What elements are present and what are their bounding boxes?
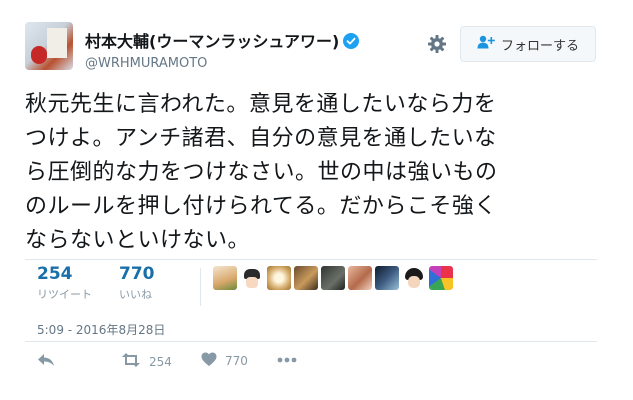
retweet-action-count: 254 — [149, 354, 172, 369]
stats-separator — [200, 268, 201, 306]
user-handle[interactable]: @WRHMURAMOTO — [85, 56, 359, 71]
display-name[interactable]: 村本大輔(ウーマンラッシュアワー) — [85, 32, 339, 51]
like-label: いいね — [119, 288, 152, 301]
retweet-label: リツイート — [37, 288, 92, 301]
tweet-text-line: つけよ。アンチ諸君、自分の意見を通したいな — [25, 126, 497, 151]
tweet-text-line: 秋元先生に言われた。意見を通したいなら力を — [25, 92, 497, 117]
more-icon — [277, 352, 297, 366]
reply-button[interactable] — [37, 352, 55, 371]
liker-avatar[interactable] — [375, 266, 399, 290]
tweet-text: 秋元先生に言われた。意見を通したいなら力を つけよ。アンチ諸君、自分の意見を通し… — [25, 88, 610, 258]
retweet-icon — [121, 352, 141, 371]
follow-person-icon — [477, 35, 495, 53]
divider — [25, 259, 597, 260]
liker-avatar[interactable] — [267, 266, 291, 290]
verified-badge-icon — [343, 33, 360, 53]
like-action-count: 770 — [225, 354, 248, 368]
more-button[interactable] — [277, 352, 297, 366]
user-info[interactable]: 村本大輔(ウーマンラッシュアワー) @WRHMURAMOTO — [85, 28, 360, 71]
liker-avatar[interactable] — [294, 266, 318, 290]
like-stat[interactable]: 770 いいね — [119, 264, 155, 302]
heart-icon — [201, 352, 217, 370]
reply-icon — [37, 352, 55, 371]
liker-avatar[interactable] — [213, 266, 237, 290]
retweet-count[interactable]: 254 — [37, 264, 92, 284]
tweet-text-line: ならないといけない。 — [25, 228, 251, 253]
tweet-timestamp[interactable]: 5:09 - 2016年8月28日 — [37, 321, 165, 338]
liker-avatar[interactable] — [348, 266, 372, 290]
display-name-row[interactable]: 村本大輔(ウーマンラッシュアワー) — [85, 28, 360, 53]
tweet-text-line: ら圧倒的な力をつけなさい。世の中は強いもの — [25, 160, 498, 185]
like-count[interactable]: 770 — [119, 264, 155, 284]
retweet-button[interactable]: 254 — [121, 352, 172, 371]
like-button[interactable]: 770 — [201, 352, 248, 370]
follow-button-label: フォローする — [500, 38, 579, 54]
follow-button[interactable]: フォローする — [460, 26, 596, 62]
gear-icon[interactable] — [427, 34, 447, 58]
liker-avatar[interactable] — [240, 266, 264, 290]
user-avatar[interactable] — [25, 22, 73, 70]
tweet-header: 村本大輔(ウーマンラッシュアワー) @WRHMURAMOTO フォローする — [25, 22, 610, 74]
liker-avatar[interactable] — [321, 266, 345, 290]
liker-avatar[interactable] — [402, 266, 426, 290]
divider — [25, 341, 597, 342]
tweet-text-line: のルールを押し付けられてる。だからこそ強く — [25, 194, 497, 219]
liker-avatars — [213, 266, 453, 290]
retweet-stat[interactable]: 254 リツイート — [37, 264, 92, 302]
liker-avatar[interactable] — [429, 266, 453, 290]
